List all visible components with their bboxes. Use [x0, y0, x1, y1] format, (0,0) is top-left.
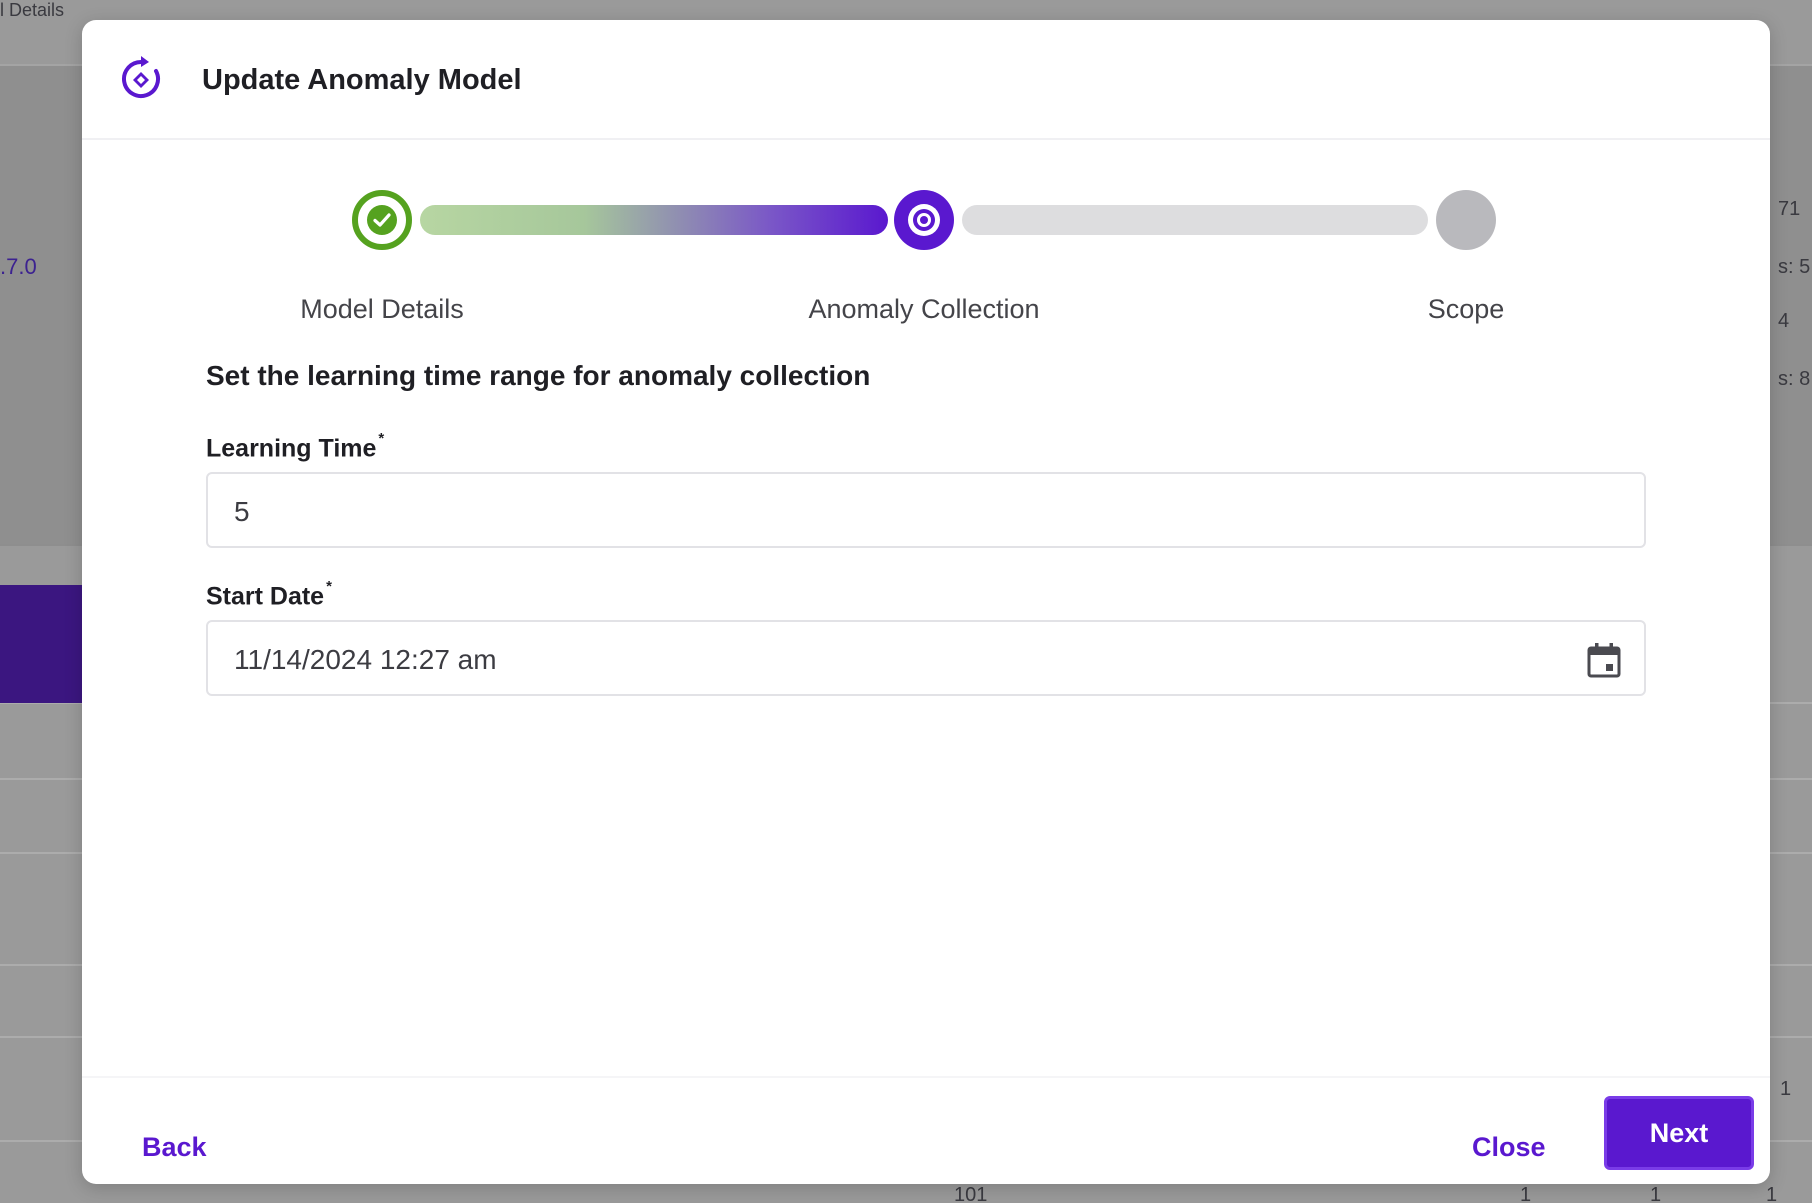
update-anomaly-model-dialog: Update Anomaly Model Model Details Anoma…: [82, 20, 1770, 1184]
learning-time-label: Learning Time *: [206, 430, 384, 463]
background-count: 1: [1650, 1184, 1662, 1203]
step-connector-complete: [420, 205, 888, 235]
required-asterisk: *: [326, 578, 332, 595]
background-purple-block: [0, 585, 84, 703]
background-count: 101: [954, 1184, 988, 1203]
section-heading: Set the learning time range for anomaly …: [206, 360, 871, 391]
calendar-icon[interactable]: [1584, 640, 1624, 680]
background-right-text: 71: [1778, 198, 1801, 220]
start-date-value: 11/14/2024 12:27 am: [234, 644, 497, 675]
step-label-anomaly-collection: Anomaly Collection: [808, 294, 1040, 324]
close-button[interactable]: Close: [1472, 1132, 1546, 1163]
background-right-text: s: 5: [1778, 256, 1811, 278]
step-anomaly-collection-indicator[interactable]: [894, 190, 954, 250]
background-breadcrumb: l Details: [0, 0, 65, 20]
background-version: .7.0: [0, 254, 37, 279]
start-date-label-text: Start Date: [206, 582, 325, 611]
background-count: 1: [1766, 1184, 1778, 1203]
step-connector-pending: [962, 205, 1428, 235]
back-button[interactable]: Back: [142, 1132, 207, 1163]
learning-time-label-text: Learning Time: [206, 434, 377, 463]
background-right-text: s: 8: [1778, 368, 1811, 390]
required-asterisk: *: [378, 430, 385, 447]
step-model-details-indicator[interactable]: [352, 190, 412, 250]
background-count: 1: [1520, 1184, 1532, 1203]
step-label-model-details: Model Details: [300, 294, 464, 324]
dialog-footer: [82, 1076, 1770, 1184]
next-button[interactable]: Next: [1604, 1096, 1754, 1170]
checkmark-icon: [367, 205, 397, 235]
background-count: 1: [1780, 1078, 1792, 1100]
background-right-text: 4: [1778, 310, 1790, 332]
step-scope-indicator[interactable]: [1436, 190, 1496, 250]
wizard-stepper: Model Details Anomaly Collection Scope: [82, 20, 1770, 340]
start-date-input[interactable]: 11/14/2024 12:27 am: [206, 620, 1646, 696]
start-date-label: Start Date *: [206, 578, 332, 611]
learning-time-input[interactable]: 5: [206, 472, 1646, 548]
step-label-scope: Scope: [1427, 294, 1505, 324]
active-step-ring-icon: [908, 204, 940, 236]
learning-time-value: 5: [234, 496, 250, 527]
